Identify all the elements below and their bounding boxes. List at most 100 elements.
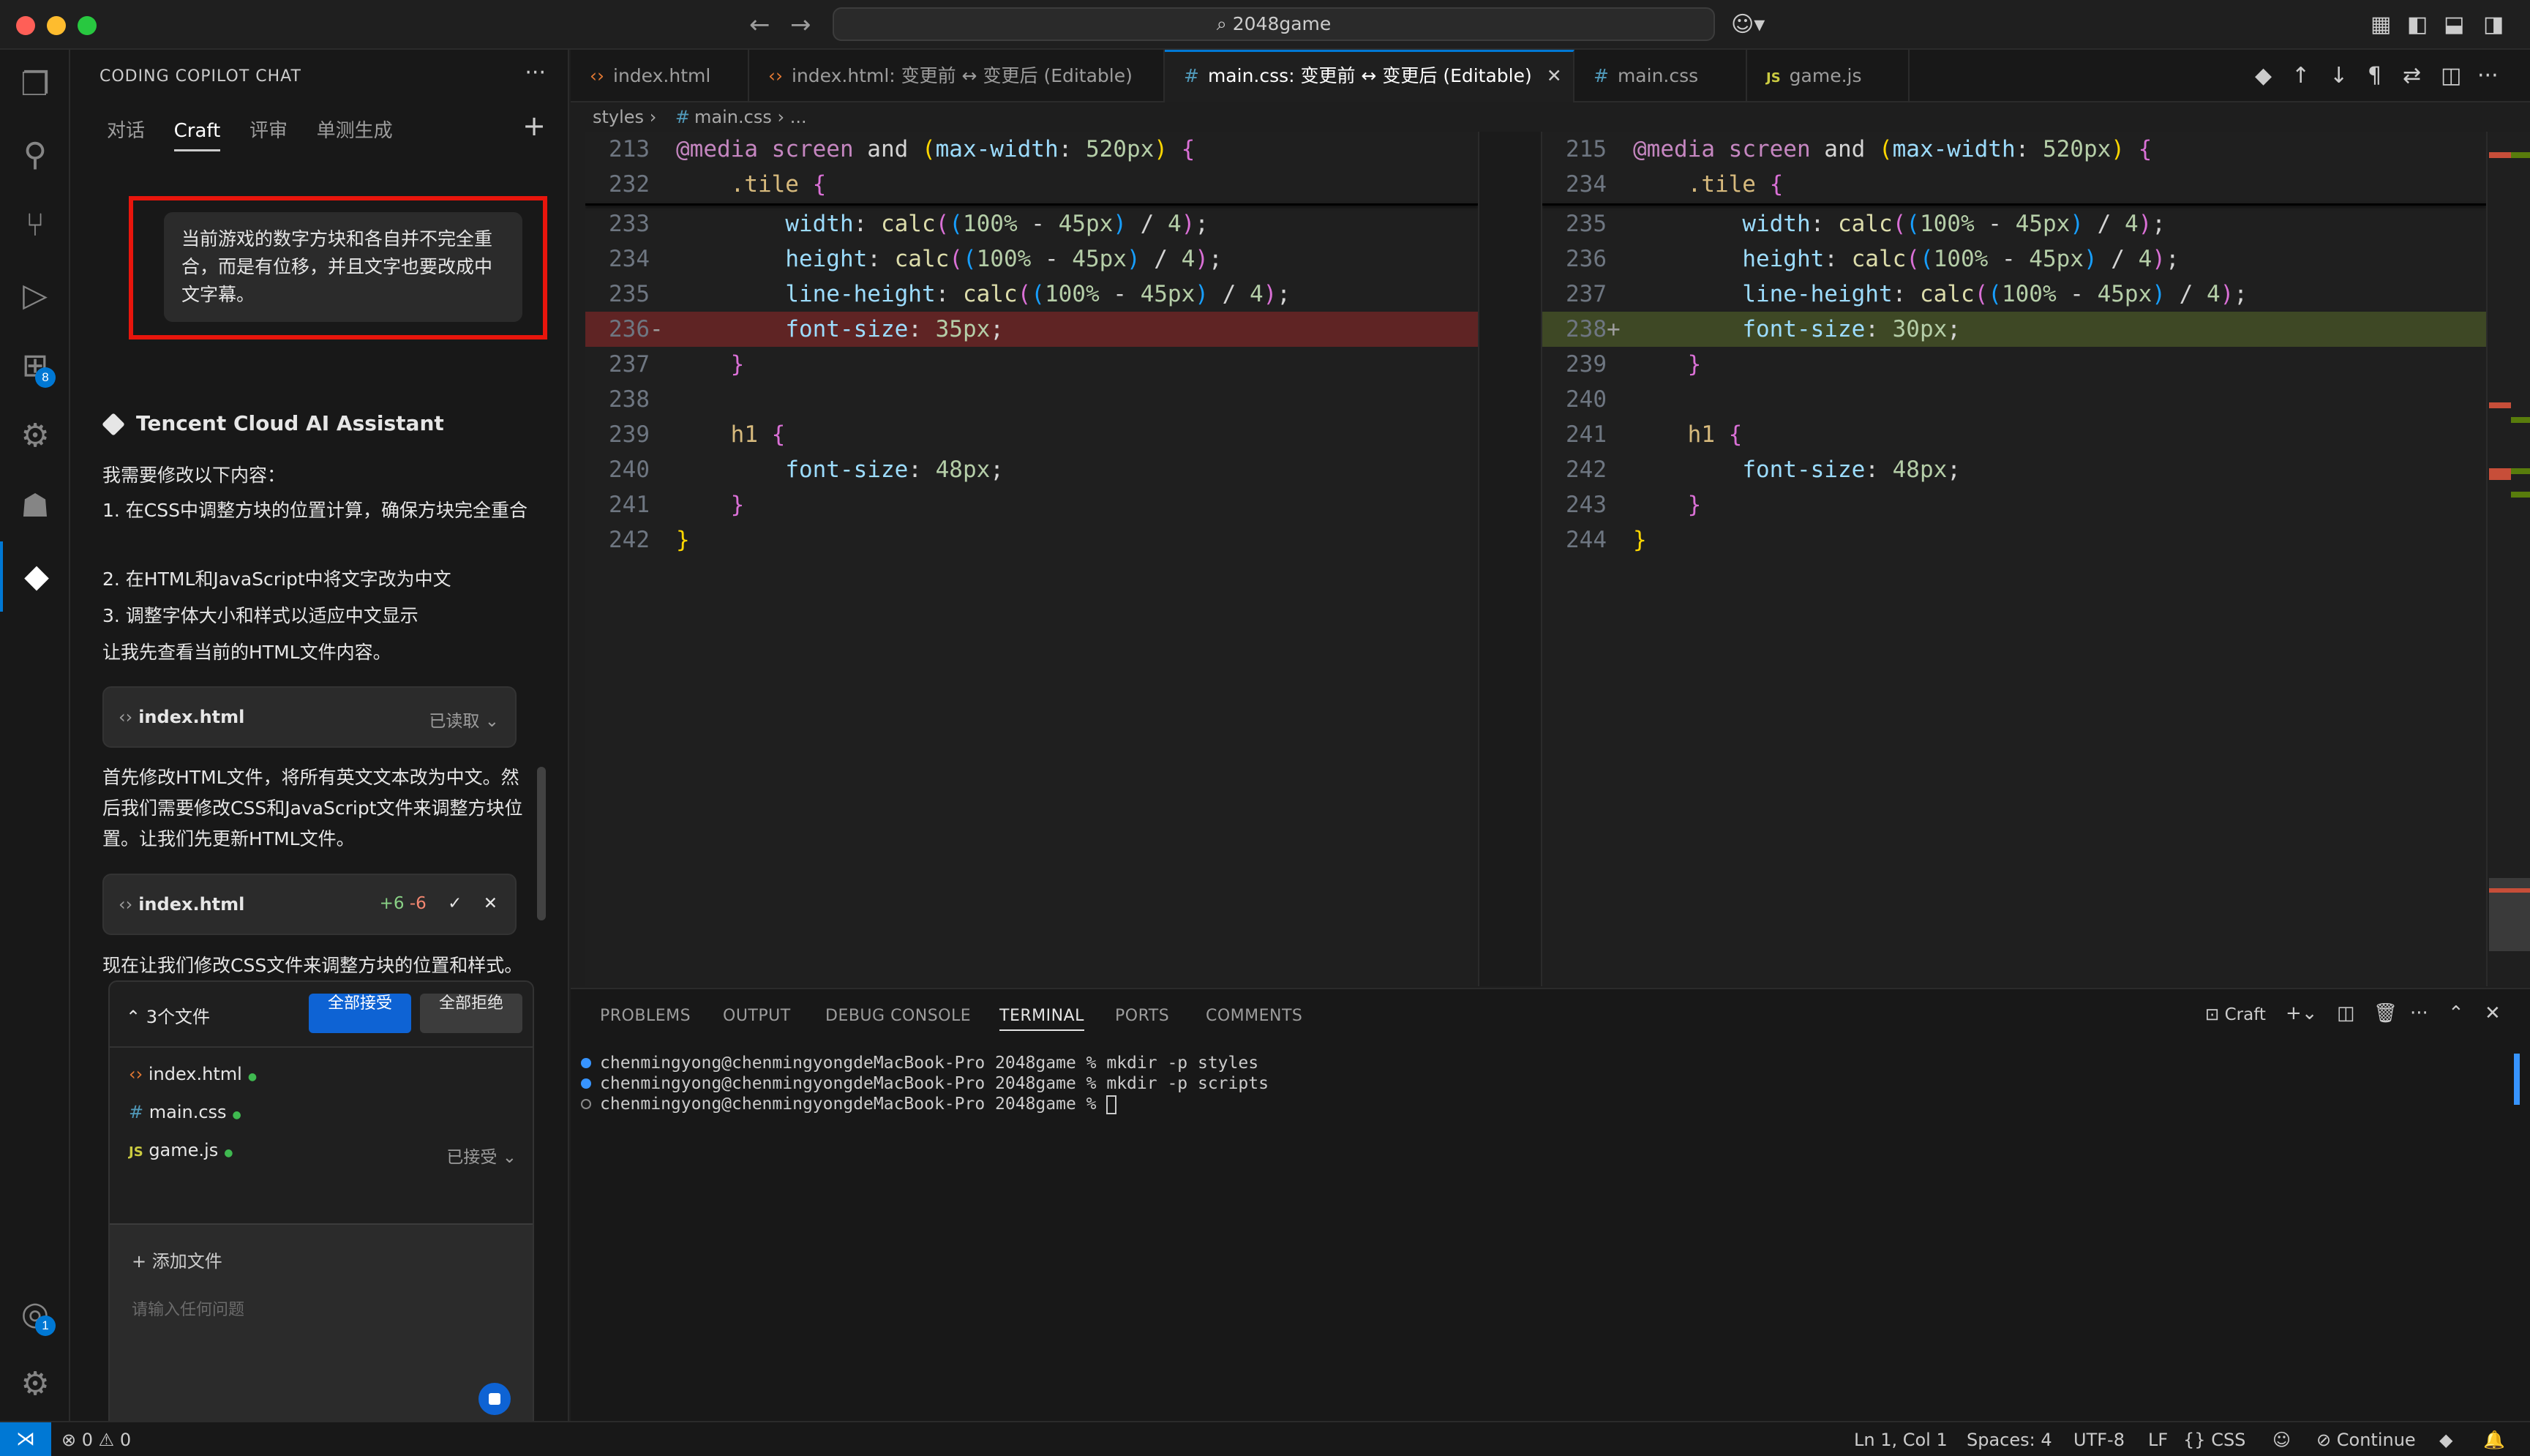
- chat-scrollbar[interactable]: [537, 767, 546, 920]
- problems-status[interactable]: ⊗ 0 ⚠ 0: [61, 1430, 131, 1450]
- command-center-search[interactable]: ⌕ 2048game: [833, 7, 1715, 41]
- explorer-icon[interactable]: ❐: [0, 50, 70, 120]
- close-tab-icon[interactable]: ✕: [1547, 65, 1562, 86]
- add-file-button[interactable]: + 添加文件: [132, 1247, 222, 1272]
- reject-all-button[interactable]: 全部拒绝: [420, 994, 522, 1033]
- minimize-window-button[interactable]: [47, 16, 66, 35]
- code-line[interactable]: 239 h1 {: [585, 417, 1478, 452]
- search-icon[interactable]: ⚲: [0, 120, 70, 190]
- code-line[interactable]: 243 }: [1542, 487, 2486, 522]
- tab-index-html[interactable]: ‹› index.html: [571, 50, 749, 102]
- more-actions-icon[interactable]: ···: [525, 60, 546, 86]
- tab-output[interactable]: OUTPUT: [723, 1007, 791, 1025]
- collapse-chevron-icon[interactable]: ⌃: [126, 1007, 140, 1027]
- breadcrumb-file[interactable]: main.css: [694, 107, 772, 127]
- tab-debug-console[interactable]: DEBUG CONSOLE: [825, 1007, 971, 1025]
- maximize-panel-icon[interactable]: ⌃: [2448, 1002, 2464, 1024]
- account-icon[interactable]: ◎ 1: [0, 1279, 70, 1349]
- new-chat-icon[interactable]: +: [522, 110, 546, 142]
- back-arrow-icon[interactable]: ←: [749, 10, 770, 40]
- code-line[interactable]: 240 font-size: 48px;: [585, 452, 1478, 487]
- extensions-icon[interactable]: ⊞ 8: [0, 331, 70, 401]
- code-line[interactable]: 242 }: [585, 522, 1478, 558]
- source-control-icon[interactable]: ⑂: [0, 190, 70, 260]
- language-mode[interactable]: {} CSS: [2183, 1430, 2245, 1450]
- code-line[interactable]: 241 }: [585, 487, 1478, 522]
- tab-problems[interactable]: PROBLEMS: [600, 1007, 691, 1025]
- tab-index-html-diff[interactable]: ‹› index.html: 变更前 ↔ 变更后 (Editable): [749, 50, 1165, 102]
- added-line[interactable]: 238+ font-size: 30px;: [1542, 312, 2486, 347]
- tab-main-css-diff[interactable]: # main.css: 变更前 ↔ 变更后 (Editable) ✕: [1165, 50, 1574, 102]
- breadcrumb-symbol[interactable]: ...: [790, 107, 807, 127]
- remote-indicator-icon[interactable]: ⋊: [0, 1422, 51, 1456]
- copilot-status-icon[interactable]: ☺: [2272, 1430, 2291, 1450]
- tab-main-css[interactable]: # main.css: [1574, 50, 1747, 102]
- previous-change-icon[interactable]: ↑: [2291, 63, 2310, 89]
- accepted-status[interactable]: 已接受 ⌄: [446, 1143, 517, 1168]
- kill-terminal-icon[interactable]: 🗑: [2373, 1002, 2398, 1024]
- changed-file-item[interactable]: JS game.js ●: [129, 1140, 233, 1160]
- diff-original-editor[interactable]: 213 @media screen and (max-width: 520px)…: [585, 132, 1478, 986]
- tab-ports[interactable]: PORTS: [1115, 1007, 1169, 1025]
- continue-status[interactable]: ⊘ Continue: [2316, 1430, 2416, 1450]
- more-actions-icon[interactable]: ···: [2477, 63, 2499, 89]
- changed-file-item[interactable]: ‹› index.html ●: [129, 1064, 257, 1084]
- end-of-line[interactable]: LF: [2148, 1430, 2168, 1450]
- accept-check-icon[interactable]: ✓: [448, 894, 462, 913]
- reject-close-icon[interactable]: ✕: [484, 894, 498, 913]
- encoding[interactable]: UTF-8: [2073, 1430, 2125, 1450]
- code-line[interactable]: 239 }: [1542, 347, 2486, 382]
- tab-comments[interactable]: COMMENTS: [1206, 1007, 1302, 1025]
- maximize-window-button[interactable]: [78, 16, 97, 35]
- sticky-scroll-line[interactable]: 213 @media screen and (max-width: 520px)…: [585, 132, 1478, 167]
- code-line[interactable]: 233 width: calc((100% - 45px) / 4);: [585, 206, 1478, 241]
- code-line[interactable]: 237 line-height: calc((100% - 45px) / 4)…: [1542, 277, 2486, 312]
- customize-layout-icon[interactable]: ▦: [2371, 12, 2391, 37]
- robot-icon[interactable]: ☗: [0, 471, 70, 541]
- code-line[interactable]: 240: [1542, 382, 2486, 417]
- overview-ruler[interactable]: [2486, 132, 2530, 986]
- code-line[interactable]: 241 h1 {: [1542, 417, 2486, 452]
- chat-input-placeholder[interactable]: 请输入任何问题: [132, 1296, 244, 1320]
- terminal-selector[interactable]: ⊡ Craft: [2205, 1005, 2266, 1024]
- tencent-copilot-icon[interactable]: ◆: [0, 541, 70, 612]
- diff-modified-editor[interactable]: 215 @media screen and (max-width: 520px)…: [1542, 132, 2486, 986]
- copilot-action-icon[interactable]: ◆: [2255, 63, 2272, 89]
- open-changes-icon[interactable]: ⇄: [2403, 63, 2421, 89]
- new-terminal-icon[interactable]: +⌄: [2286, 1002, 2318, 1024]
- code-line[interactable]: 244 }: [1542, 522, 2486, 558]
- tencent-copilot-status-icon[interactable]: ◆: [2439, 1430, 2452, 1450]
- tab-terminal[interactable]: TERMINAL: [999, 1007, 1084, 1031]
- code-line[interactable]: 235 width: calc((100% - 45px) / 4);: [1542, 206, 2486, 241]
- changed-file-item[interactable]: # main.css ●: [129, 1102, 241, 1122]
- code-line[interactable]: 236 height: calc((100% - 45px) / 4);: [1542, 241, 2486, 277]
- remote-explorer-icon[interactable]: ⚙: [0, 401, 70, 471]
- toggle-primary-sidebar-icon[interactable]: ◧: [2407, 12, 2428, 37]
- stop-generation-button[interactable]: [478, 1383, 511, 1415]
- sticky-scroll-line[interactable]: 232 .tile {: [585, 167, 1478, 202]
- accept-all-button[interactable]: 全部接受: [309, 994, 411, 1033]
- breadcrumb-folder[interactable]: styles: [593, 107, 644, 127]
- run-debug-icon[interactable]: ▷: [0, 260, 70, 331]
- forward-arrow-icon[interactable]: →: [790, 10, 811, 40]
- copilot-icon[interactable]: ☺▾: [1731, 12, 1765, 37]
- next-change-icon[interactable]: ↓: [2330, 63, 2348, 89]
- tab-chat[interactable]: 对话: [107, 116, 145, 150]
- sticky-scroll-line[interactable]: 215 @media screen and (max-width: 520px)…: [1542, 132, 2486, 167]
- notifications-bell-icon[interactable]: 🔔: [2483, 1430, 2505, 1450]
- sticky-scroll-line[interactable]: 234 .tile {: [1542, 167, 2486, 202]
- toggle-panel-icon[interactable]: ⬓: [2444, 12, 2464, 37]
- show-whitespace-icon[interactable]: ¶: [2368, 63, 2381, 89]
- split-terminal-icon[interactable]: ◫: [2337, 1002, 2355, 1024]
- tab-unit-test[interactable]: 单测生成: [317, 116, 393, 150]
- close-panel-icon[interactable]: ✕: [2485, 1002, 2501, 1024]
- code-line[interactable]: 237 }: [585, 347, 1478, 382]
- tab-review[interactable]: 评审: [249, 116, 288, 150]
- code-line[interactable]: 238: [585, 382, 1478, 417]
- code-line[interactable]: 242 font-size: 48px;: [1542, 452, 2486, 487]
- more-actions-icon[interactable]: ···: [2410, 1002, 2428, 1024]
- cursor-position[interactable]: Ln 1, Col 1: [1854, 1430, 1948, 1450]
- close-window-button[interactable]: [16, 16, 35, 35]
- terminal-scrollbar[interactable]: [2514, 1054, 2520, 1105]
- split-editor-icon[interactable]: ◫: [2441, 63, 2461, 89]
